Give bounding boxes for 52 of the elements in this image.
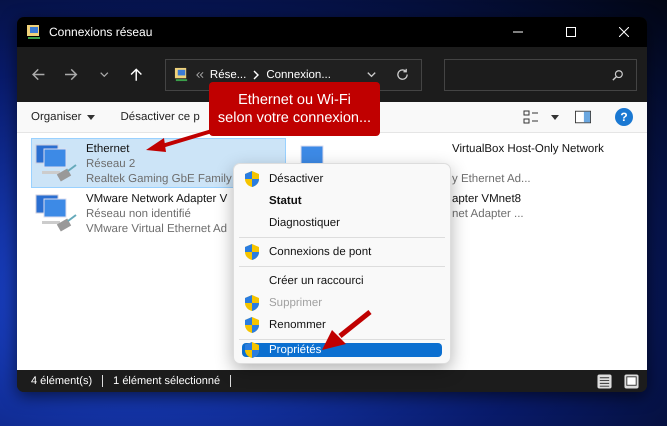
search-icon <box>612 68 624 80</box>
caret-icon[interactable] <box>551 114 559 120</box>
up-arrow-icon[interactable] <box>129 67 144 82</box>
large-icons-view-icon[interactable] <box>624 374 639 388</box>
disable-button[interactable]: Désactiver ce p <box>116 107 204 127</box>
connection-detail: Réseau non identifié <box>86 207 192 222</box>
menu-item[interactable]: Renommer <box>237 314 447 336</box>
window-title: Connexions réseau <box>49 25 152 39</box>
back-icon[interactable] <box>31 67 46 82</box>
connection-detail: VMware Virtual Ethernet Ad <box>86 222 228 237</box>
maximize-icon[interactable] <box>566 27 576 37</box>
forward-icon[interactable] <box>64 67 79 82</box>
organize-button[interactable]: Organiser <box>27 107 98 127</box>
connection-detail: y Ethernet Ad... <box>452 172 531 187</box>
network-folder-icon <box>174 67 189 82</box>
connection-name: apter VMnet8 <box>452 192 522 207</box>
shield-icon <box>245 244 259 260</box>
view-options-icon[interactable] <box>523 110 539 124</box>
network-adapter-icon <box>34 193 78 233</box>
shield-icon <box>245 171 259 187</box>
details-view-icon[interactable] <box>597 374 612 388</box>
network-folder-icon <box>26 24 42 40</box>
connection-detail: net Adapter ... <box>452 207 524 222</box>
close-icon[interactable] <box>619 27 629 37</box>
callout-text: Ethernet ou Wi-Fi <box>238 91 351 109</box>
search-field[interactable] <box>444 58 637 90</box>
network-adapter-icon <box>34 143 78 183</box>
preview-pane-icon[interactable] <box>575 110 591 124</box>
breadcrumb-item[interactable]: Connexion... <box>266 68 331 80</box>
connection-detail: Réseau 2 <box>86 157 136 172</box>
shield-icon <box>245 342 259 358</box>
shield-icon <box>245 317 259 333</box>
menu-item[interactable]: Connexions de pont <box>237 241 447 263</box>
selection-count: 1 élément sélectionné <box>113 375 220 387</box>
connection-name: VMware Network Adapter V <box>86 192 228 207</box>
connection-name: Ethernet <box>86 142 130 157</box>
menu-item[interactable]: Créer un raccourci <box>237 270 447 292</box>
callout-text: selon votre connexion... <box>218 109 372 127</box>
chevron-right-icon <box>252 70 260 80</box>
caret-icon <box>86 114 94 120</box>
breadcrumb-item[interactable]: Rése... <box>210 68 246 80</box>
double-chevron-icon <box>194 70 204 78</box>
item-count: 4 élément(s) <box>31 375 92 387</box>
connection-detail: Realtek Gaming GbE Family <box>86 172 232 187</box>
refresh-icon[interactable] <box>396 68 409 81</box>
menu-item[interactable]: Statut <box>237 190 447 212</box>
menu-item[interactable]: Propriétés <box>242 343 442 357</box>
shield-icon <box>245 295 259 311</box>
connection-name: VirtualBox Host-Only Network <box>452 142 604 157</box>
menu-item[interactable]: Diagnostiquer <box>237 212 447 234</box>
help-button[interactable]: ? <box>615 108 633 126</box>
network-adapter-icon <box>300 145 324 165</box>
